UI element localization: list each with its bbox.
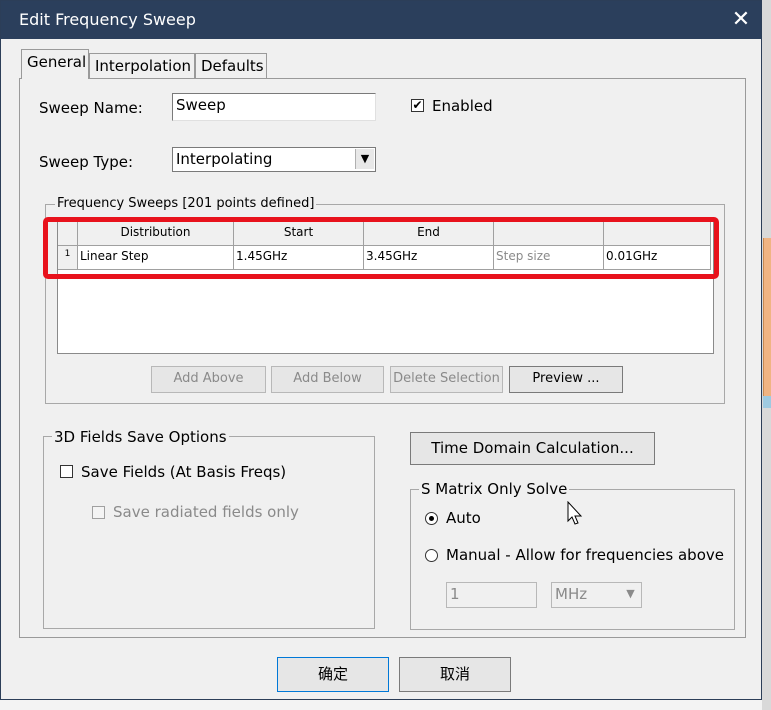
sweep-type-label: Sweep Type: <box>39 153 134 171</box>
auto-radio[interactable] <box>425 512 438 525</box>
close-icon: ✕ <box>731 7 751 32</box>
window-title: Edit Frequency Sweep <box>19 10 196 29</box>
frequency-unit-select[interactable]: MHz ▼ <box>551 582 642 608</box>
dropdown-arrow-icon[interactable]: ▼ <box>621 584 640 606</box>
fields-save-legend: 3D Fields Save Options <box>52 428 229 446</box>
add-above-button[interactable]: Add Above <box>151 366 266 393</box>
tab-label: Interpolation <box>95 57 191 75</box>
background-window-fragment <box>763 238 771 396</box>
tab-interpolation[interactable]: Interpolation <box>89 53 195 79</box>
sweep-name-input[interactable]: Sweep <box>172 93 376 121</box>
s-matrix-legend: S Matrix Only Solve <box>419 480 570 498</box>
manual-label: Manual - Allow for frequencies above <box>446 546 724 564</box>
title-bar: Edit Frequency Sweep ✕ <box>1 1 761 39</box>
mouse-pointer-icon <box>567 501 583 525</box>
tab-label: General <box>27 53 87 71</box>
tab-label: Defaults <box>201 57 264 75</box>
tab-defaults[interactable]: Defaults <box>195 53 267 79</box>
manual-frequency-input[interactable]: 1 <box>446 582 537 608</box>
background-window-fragment-2 <box>763 396 771 408</box>
edit-frequency-sweep-dialog: Edit Frequency Sweep ✕ General Interpola… <box>0 0 762 700</box>
enabled-label: Enabled <box>432 97 493 115</box>
dropdown-arrow-icon[interactable]: ▼ <box>355 149 374 169</box>
cancel-button[interactable]: 取消 <box>399 657 511 692</box>
checkmark-icon: ✔ <box>412 98 423 112</box>
enabled-checkbox[interactable]: ✔ <box>411 99 424 112</box>
ok-button[interactable]: 确定 <box>277 657 389 692</box>
close-button[interactable]: ✕ <box>721 1 761 39</box>
sweep-name-label: Sweep Name: <box>39 99 143 117</box>
frequency-unit-value: MHz <box>555 585 588 603</box>
save-fields-label: Save Fields (At Basis Freqs) <box>81 463 287 481</box>
add-below-button[interactable]: Add Below <box>271 366 384 393</box>
time-domain-calculation-button[interactable]: Time Domain Calculation... <box>410 432 655 465</box>
save-fields-checkbox[interactable] <box>60 465 73 478</box>
save-radiated-label: Save radiated fields only <box>113 503 299 521</box>
highlight-annotation-box <box>43 217 719 279</box>
frequency-sweeps-legend: Frequency Sweeps [201 points defined] <box>55 196 317 211</box>
delete-selection-button[interactable]: Delete Selection <box>390 366 503 393</box>
sweep-type-value: Interpolating <box>176 150 273 168</box>
preview-button[interactable]: Preview ... <box>509 366 623 393</box>
save-radiated-checkbox[interactable] <box>92 506 105 519</box>
auto-label: Auto <box>446 509 481 527</box>
tab-general[interactable]: General <box>21 49 89 79</box>
radio-selected-dot <box>429 516 434 521</box>
sweep-type-select[interactable]: Interpolating ▼ <box>172 147 376 172</box>
manual-radio[interactable] <box>425 549 438 562</box>
